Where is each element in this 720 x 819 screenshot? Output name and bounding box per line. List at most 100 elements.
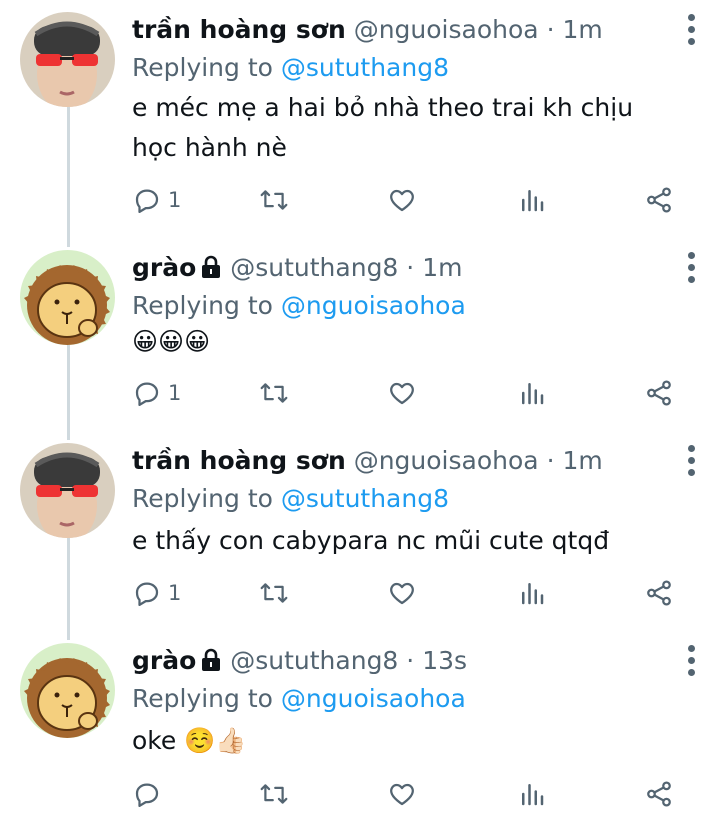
person-avatar-image xyxy=(20,12,115,107)
reply-count: 1 xyxy=(168,381,182,405)
more-options-button[interactable] xyxy=(688,445,696,479)
user-avatar[interactable] xyxy=(20,443,115,538)
share-icon xyxy=(647,187,671,213)
reply-button[interactable] xyxy=(132,774,168,814)
reply-button[interactable]: 1 xyxy=(132,180,181,220)
tweet-actions: 1 xyxy=(132,573,702,613)
retweet-icon xyxy=(260,190,288,210)
capybara-avatar-image xyxy=(20,643,115,738)
tweet-actions: 1 xyxy=(132,180,702,220)
reply-count: 1 xyxy=(168,188,182,212)
display-name[interactable]: grào xyxy=(132,646,196,675)
mention-link[interactable]: @nguoisaohoa xyxy=(281,684,466,713)
reply-icon xyxy=(135,783,159,807)
replying-to: Replying to @nguoisaohoa xyxy=(132,681,466,717)
separator: · xyxy=(406,253,415,282)
retweet-button[interactable] xyxy=(258,373,290,413)
replying-to-label: Replying to xyxy=(132,484,281,513)
analytics-button[interactable] xyxy=(517,774,547,814)
user-avatar[interactable] xyxy=(20,250,115,345)
more-options-button[interactable] xyxy=(688,252,696,286)
share-button[interactable] xyxy=(644,373,674,413)
tweet[interactable]: trần hoàng sơn @nguoisaohoa · 1m Replyin… xyxy=(0,0,720,238)
retweet-button[interactable] xyxy=(258,774,290,814)
mention-link[interactable]: @sututhang8 xyxy=(281,53,449,82)
replying-to: Replying to @sututhang8 xyxy=(132,50,449,86)
tweet-header: grào @sututhang8 · 13s xyxy=(132,643,467,679)
replying-to-label: Replying to xyxy=(132,684,281,713)
user-handle[interactable]: @nguoisaohoa xyxy=(354,446,539,475)
tweet-text: oke ☺️👍🏻 xyxy=(132,726,247,755)
mention-link[interactable]: @sututhang8 xyxy=(281,484,449,513)
user-avatar[interactable] xyxy=(20,12,115,107)
analytics-icon xyxy=(522,583,544,605)
retweet-button[interactable] xyxy=(258,180,290,220)
tweet-header: trần hoàng sơn @nguoisaohoa · 1m xyxy=(132,443,603,479)
share-icon xyxy=(647,781,671,807)
timestamp[interactable]: 1m xyxy=(562,446,602,475)
display-name[interactable]: grào xyxy=(132,253,196,282)
mention-link[interactable]: @nguoisaohoa xyxy=(281,291,466,320)
like-button[interactable] xyxy=(387,373,417,413)
user-avatar[interactable] xyxy=(20,643,115,738)
replying-to-label: Replying to xyxy=(132,53,281,82)
reply-icon xyxy=(135,582,159,606)
heart-icon xyxy=(390,783,414,806)
share-icon xyxy=(647,380,671,406)
separator: · xyxy=(406,646,415,675)
share-button[interactable] xyxy=(644,774,674,814)
like-button[interactable] xyxy=(387,573,417,613)
heart-icon xyxy=(390,582,414,605)
tweet[interactable]: grào @sututhang8 · 13s Replying to @nguo… xyxy=(0,631,720,819)
like-button[interactable] xyxy=(387,180,417,220)
user-handle[interactable]: @nguoisaohoa xyxy=(354,15,539,44)
like-button[interactable] xyxy=(387,774,417,814)
replying-to: Replying to @sututhang8 xyxy=(132,481,449,517)
display-name[interactable]: trần hoàng sơn xyxy=(132,15,346,44)
capybara-avatar-image xyxy=(20,250,115,345)
lock-icon xyxy=(202,648,221,671)
reply-button[interactable]: 1 xyxy=(132,373,181,413)
timestamp[interactable]: 13s xyxy=(422,646,467,675)
user-handle[interactable]: @sututhang8 xyxy=(230,646,398,675)
share-button[interactable] xyxy=(644,573,674,613)
reply-button[interactable]: 1 xyxy=(132,573,181,613)
analytics-icon xyxy=(522,784,544,806)
timestamp[interactable]: 1m xyxy=(562,15,602,44)
retweet-icon xyxy=(260,583,288,603)
tweet-text: e thấy con cabypara nc mũi cute qtqđ xyxy=(132,526,610,555)
replying-to: Replying to @nguoisaohoa xyxy=(132,288,466,324)
retweet-button[interactable] xyxy=(258,573,290,613)
more-options-button[interactable] xyxy=(688,645,696,679)
tweet[interactable]: trần hoàng sơn @nguoisaohoa · 1m Replyin… xyxy=(0,431,720,631)
replying-to-label: Replying to xyxy=(132,291,281,320)
tweet-text: e méc mẹ a hai bỏ nhà theo trai kh chịu … xyxy=(132,93,634,162)
share-icon xyxy=(647,580,671,606)
retweet-icon xyxy=(260,784,288,804)
heart-icon xyxy=(390,382,414,405)
tweet[interactable]: grào @sututhang8 · 1m Replying to @nguoi… xyxy=(0,238,720,433)
reply-icon xyxy=(135,382,159,406)
lock-icon xyxy=(202,255,221,278)
person-avatar-image xyxy=(20,443,115,538)
more-options-button[interactable] xyxy=(688,14,696,48)
tweet-text: 😀😀😀 xyxy=(132,327,211,356)
tweet-header: trần hoàng sơn @nguoisaohoa · 1m xyxy=(132,12,603,48)
tweet-header: grào @sututhang8 · 1m xyxy=(132,250,462,286)
separator: · xyxy=(546,15,555,44)
analytics-icon xyxy=(522,383,544,405)
reply-icon xyxy=(135,189,159,213)
timestamp[interactable]: 1m xyxy=(422,253,462,282)
analytics-button[interactable] xyxy=(517,573,547,613)
heart-icon xyxy=(390,189,414,212)
reply-count: 1 xyxy=(168,581,182,605)
retweet-icon xyxy=(260,383,288,403)
analytics-button[interactable] xyxy=(517,373,547,413)
share-button[interactable] xyxy=(644,180,674,220)
display-name[interactable]: trần hoàng sơn xyxy=(132,446,346,475)
tweet-actions: 1 xyxy=(132,373,702,413)
tweet-actions xyxy=(132,774,702,814)
separator: · xyxy=(546,446,555,475)
user-handle[interactable]: @sututhang8 xyxy=(230,253,398,282)
analytics-button[interactable] xyxy=(517,180,547,220)
